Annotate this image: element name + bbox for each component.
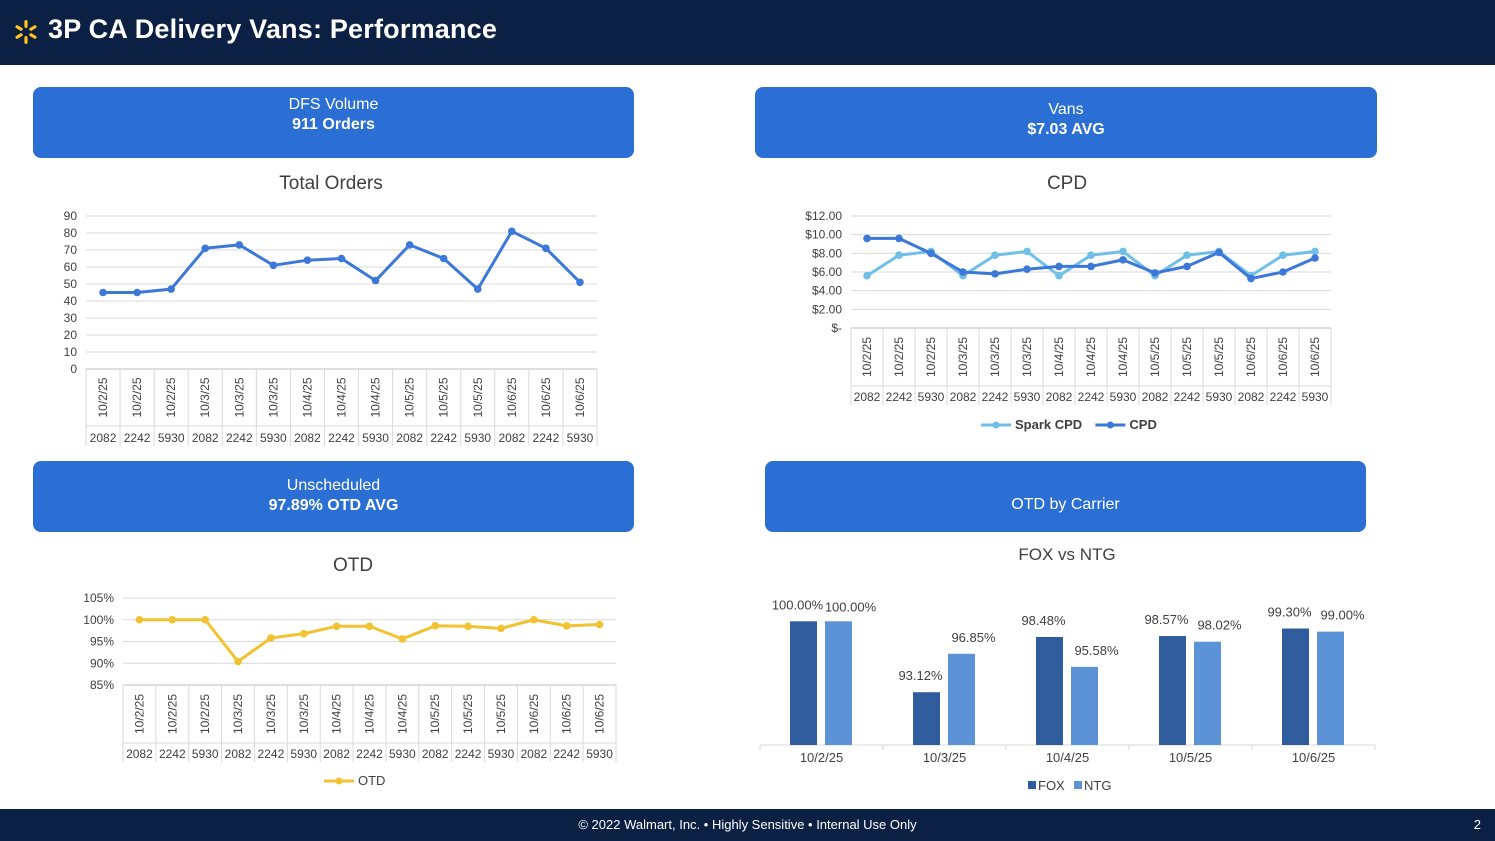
footer-text: © 2022 Walmart, Inc. • Highly Sensitive … (578, 817, 917, 832)
data-label: 96.85% (951, 630, 996, 645)
legend-swatch (1074, 781, 1082, 789)
x-tick-label: 10/4/25 (1046, 750, 1089, 765)
legend-label: FOX (1038, 778, 1065, 793)
x-tick-label: 10/6/25 (1292, 750, 1335, 765)
data-label: 98.57% (1144, 612, 1189, 627)
data-label: 98.48% (1021, 613, 1066, 628)
bar (1282, 628, 1309, 745)
x-tick-label: 10/2/25 (800, 750, 843, 765)
bar (790, 621, 817, 745)
footer-bar: © 2022 Walmart, Inc. • Highly Sensitive … (0, 809, 1495, 841)
bar (1036, 636, 1063, 745)
bar (1071, 666, 1098, 745)
data-label: 100.00% (772, 597, 824, 612)
x-tick-label: 10/3/25 (923, 750, 966, 765)
bar (913, 692, 940, 745)
data-label: 95.58% (1074, 643, 1119, 658)
data-label: 100.00% (825, 599, 877, 614)
data-label: 99.00% (1320, 608, 1365, 623)
data-label: 98.02% (1197, 618, 1242, 633)
bar (1159, 636, 1186, 745)
bar (1194, 641, 1221, 745)
data-label: 93.12% (898, 668, 943, 683)
fox-vs-ntg-chart: 10/2/25 100.00% 100.00% 10/3/25 93.12% 96.85%… (759, 597, 1376, 793)
data-label: 99.30% (1267, 605, 1312, 620)
bar (1317, 631, 1344, 745)
bar (825, 621, 852, 745)
legend-label: NTG (1084, 778, 1111, 793)
x-tick-label: 10/5/25 (1169, 750, 1212, 765)
page-number: 2 (1473, 817, 1481, 832)
bar (948, 653, 975, 745)
legend-swatch (1028, 781, 1036, 789)
